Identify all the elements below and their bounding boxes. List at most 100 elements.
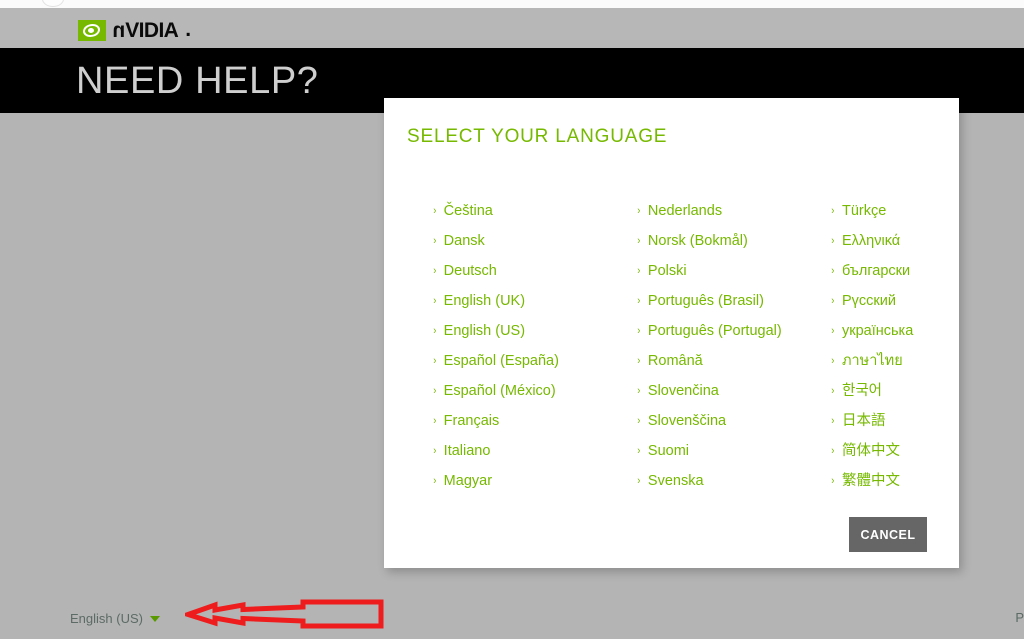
footer-right-partial-text: P (1015, 610, 1024, 625)
language-option[interactable]: › 简体中文 (831, 436, 959, 466)
language-option-label: 日本語 (841, 412, 886, 429)
nvidia-wordmark-n: n (113, 18, 126, 42)
language-option[interactable]: › English (UK) (433, 286, 588, 316)
chevron-right-icon: › (831, 234, 835, 247)
nvidia-wordmark-rest: VIDIA (125, 18, 179, 42)
chevron-right-icon: › (637, 294, 641, 307)
language-option[interactable]: › Nederlands (637, 196, 793, 226)
language-option[interactable]: › Português (Brasil) (637, 286, 793, 316)
chevron-down-icon (149, 615, 160, 622)
chevron-right-icon: › (433, 264, 437, 277)
language-option-label: Română (647, 352, 703, 369)
language-option[interactable]: › Português (Portugal) (637, 316, 793, 346)
language-option-label: Français (443, 412, 500, 429)
language-option-label: Deutsch (443, 262, 497, 279)
language-column-2: › Nederlands › Norsk (Bokmål) › Polski › Por… (588, 196, 793, 496)
browser-top-strip (0, 0, 1024, 8)
language-option[interactable]: › Italiano (433, 436, 588, 466)
language-option[interactable]: › Suomi (637, 436, 793, 466)
language-option[interactable]: › Deutsch (433, 256, 588, 286)
chevron-right-icon: › (433, 324, 437, 337)
chevron-right-icon: › (831, 414, 835, 427)
chevron-right-icon: › (831, 264, 835, 277)
chevron-right-icon: › (637, 234, 641, 247)
language-option[interactable]: › Ελληνικά (831, 226, 959, 256)
nvidia-logo[interactable]: nVIDIA . (78, 18, 191, 42)
language-option-label: Ελληνικά (841, 232, 901, 249)
chevron-right-icon: › (831, 444, 835, 457)
chevron-right-icon: › (433, 414, 437, 427)
chevron-right-icon: › (831, 294, 835, 307)
language-option-label: Dansk (443, 232, 485, 249)
language-option-label: 繁體中文 (841, 472, 900, 489)
chevron-right-icon: › (433, 354, 437, 367)
language-option[interactable]: › Polski (637, 256, 793, 286)
language-option-label: български (841, 262, 911, 279)
language-option-label: Italiano (443, 442, 491, 459)
language-option[interactable]: › Română (637, 346, 793, 376)
language-option-label: Español (México) (443, 382, 556, 399)
language-column-3: › Türkçe › Ελληνικά › български › Рүсский › у… (793, 196, 959, 496)
nvidia-eye-icon (78, 19, 106, 41)
language-selection-dialog: SELECT YOUR LANGUAGE › Čeština › Dansk › De… (384, 98, 959, 568)
chevron-right-icon: › (637, 384, 641, 397)
language-option-label: Español (España) (443, 352, 559, 369)
language-option[interactable]: › 繁體中文 (831, 466, 959, 496)
language-option[interactable]: › Рүсский (831, 286, 959, 316)
page-title: NEED HELP? (76, 60, 319, 102)
language-option-label: Magyar (443, 472, 493, 489)
nvidia-wordmark: nVIDIA (113, 18, 179, 42)
language-option[interactable]: › Slovenčina (637, 376, 793, 406)
language-option[interactable]: › Čeština (433, 196, 588, 226)
language-option[interactable]: › Magyar (433, 466, 588, 496)
nvidia-trademark-dot: . (185, 18, 192, 41)
language-option[interactable]: › Español (México) (433, 376, 588, 406)
language-option-label: Português (Portugal) (647, 322, 782, 339)
chevron-right-icon: › (831, 384, 835, 397)
language-option-label: Nederlands (647, 202, 723, 219)
language-option[interactable]: › 한국어 (831, 376, 959, 406)
footer-language-label: English (US) (70, 611, 143, 626)
chevron-right-icon: › (637, 354, 641, 367)
chevron-right-icon: › (433, 204, 437, 217)
language-option-label: Türkçe (841, 202, 887, 219)
language-option[interactable]: › English (US) (433, 316, 588, 346)
site-logo-bar: nVIDIA . (0, 8, 1024, 48)
browser-tab-circle-artifact (42, 0, 64, 7)
footer-language-selector[interactable]: English (US) (70, 612, 160, 625)
chevron-right-icon: › (831, 324, 835, 337)
language-option-label: Рүсский (841, 292, 896, 309)
language-option[interactable]: › Español (España) (433, 346, 588, 376)
language-column-1: › Čeština › Dansk › Deutsch › English (UK) ›… (384, 196, 588, 496)
language-option[interactable]: › Slovenščina (637, 406, 793, 436)
language-option-label: Suomi (647, 442, 690, 459)
cancel-button[interactable]: CANCEL (849, 517, 927, 552)
chevron-right-icon: › (831, 204, 835, 217)
language-option[interactable]: › български (831, 256, 959, 286)
language-option[interactable]: › 日本語 (831, 406, 959, 436)
chevron-right-icon: › (637, 264, 641, 277)
language-option-label: English (UK) (443, 292, 526, 309)
chevron-right-icon: › (433, 474, 437, 487)
chevron-right-icon: › (637, 414, 641, 427)
language-option-label: Svenska (647, 472, 704, 489)
chevron-right-icon: › (831, 354, 835, 367)
chevron-right-icon: › (637, 474, 641, 487)
chevron-right-icon: › (637, 324, 641, 337)
language-option-label: Čeština (443, 202, 493, 219)
chevron-right-icon: › (433, 444, 437, 457)
language-option[interactable]: › ภาษาไทย (831, 346, 959, 376)
language-list: › Čeština › Dansk › Deutsch › English (UK) ›… (384, 196, 959, 496)
chevron-right-icon: › (637, 204, 641, 217)
language-option[interactable]: › Svenska (637, 466, 793, 496)
language-option[interactable]: › Norsk (Bokmål) (637, 226, 793, 256)
language-option-label: Slovenčina (647, 382, 719, 399)
language-option[interactable]: › українська (831, 316, 959, 346)
language-option-label: Polski (647, 262, 687, 279)
chevron-right-icon: › (433, 234, 437, 247)
language-option[interactable]: › Français (433, 406, 588, 436)
chevron-right-icon: › (637, 444, 641, 457)
language-option[interactable]: › Türkçe (831, 196, 959, 226)
dialog-title: SELECT YOUR LANGUAGE (407, 126, 668, 147)
language-option[interactable]: › Dansk (433, 226, 588, 256)
